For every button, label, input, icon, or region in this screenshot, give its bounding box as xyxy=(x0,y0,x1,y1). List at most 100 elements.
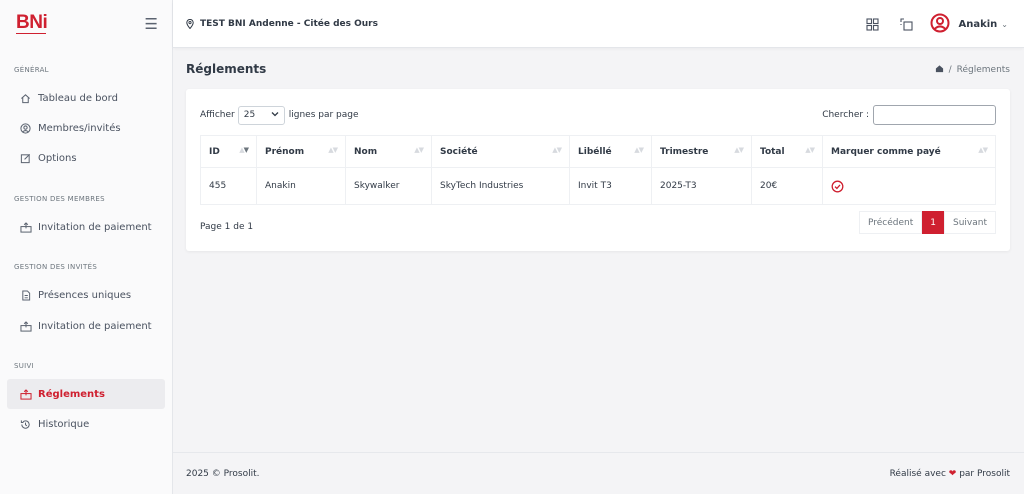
section-title-guests: GESTION DES INVITÉS xyxy=(14,263,98,271)
map-pin-icon xyxy=(186,18,194,29)
breadcrumb-separator: / xyxy=(948,65,952,75)
page-length-value: 25 xyxy=(243,110,256,120)
user-circle-icon xyxy=(19,122,32,135)
sidebar-item-options[interactable]: Options xyxy=(7,143,165,173)
hamburger-menu-icon[interactable]: ☰ xyxy=(145,16,158,32)
cell-id: 455 xyxy=(200,167,257,205)
pagination-page-current[interactable]: 1 xyxy=(922,211,944,234)
topbar: TEST BNI Andenne - Citée des Ours Anakin… xyxy=(173,0,1024,48)
footer-credit-after: par Prosolit xyxy=(959,468,1010,479)
cash-icon xyxy=(19,320,32,333)
cell-firstname: Anakin xyxy=(256,167,346,205)
column-header-id[interactable]: ID ▲▼ xyxy=(200,135,257,168)
sidebar-item-members[interactable]: Membres/invités xyxy=(7,113,165,143)
search-control: Chercher : xyxy=(822,105,996,125)
cell-company: SkyTech Industries xyxy=(431,167,570,205)
column-header-firstname[interactable]: Prénom ▲▼ xyxy=(256,135,346,168)
breadcrumb: / Réglements xyxy=(935,64,1010,76)
user-name: Anakin xyxy=(958,18,998,30)
section-title-tracking: SUIVI xyxy=(14,362,34,370)
cell-mark-paid xyxy=(822,167,996,205)
cash-icon xyxy=(19,221,32,234)
column-header-mark-paid[interactable]: Marquer comme payé ▲▼ xyxy=(822,135,996,168)
history-icon xyxy=(19,418,32,431)
sort-icon: ▲▼ xyxy=(552,146,562,154)
sidebar-item-unique-attendance[interactable]: Présences uniques xyxy=(7,280,165,310)
sidebar-item-label: Membres/invités xyxy=(38,122,121,134)
cell-total: 20€ xyxy=(751,167,823,205)
sidebar-item-label: Historique xyxy=(38,418,90,430)
table-controls: Afficher 25 lignes par page Chercher : xyxy=(200,105,996,125)
sort-desc-icon: ▲▼ xyxy=(239,146,249,154)
search-input[interactable] xyxy=(873,105,996,125)
user-menu[interactable]: Anakin ⌄ xyxy=(930,13,1008,36)
sidebar: BNi ☰ GÉNÉRAL Tableau de bord Membres/in… xyxy=(0,0,173,494)
column-label: Société xyxy=(440,146,478,157)
sidebar-header: BNi ☰ xyxy=(0,0,172,48)
sidebar-item-label: Invitation de paiement xyxy=(38,320,152,332)
column-label: Trimestre xyxy=(660,146,709,157)
show-label: Afficher xyxy=(200,110,235,120)
pagination-previous[interactable]: Précédent xyxy=(858,211,923,234)
column-header-label[interactable]: Libéllé ▲▼ xyxy=(569,135,652,168)
per-page-label: lignes par page xyxy=(288,110,359,120)
column-label: Prénom xyxy=(265,146,305,157)
sort-icon: ▲▼ xyxy=(414,146,424,154)
cash-icon xyxy=(19,388,32,401)
sort-icon: ▲▼ xyxy=(634,146,644,154)
sidebar-item-label: Options xyxy=(38,152,77,164)
column-header-name[interactable]: Nom ▲▼ xyxy=(345,135,432,168)
sidebar-item-label: Tableau de bord xyxy=(38,92,118,104)
section-title-general: GÉNÉRAL xyxy=(14,66,49,74)
mark-paid-check-icon[interactable] xyxy=(831,180,844,196)
sidebar-item-guest-payment-invitation[interactable]: Invitation de paiement xyxy=(7,311,165,341)
sort-icon: ▲▼ xyxy=(328,146,338,154)
sidebar-item-member-payment-invitation[interactable]: Invitation de paiement xyxy=(7,212,165,242)
bni-logo[interactable]: BNi xyxy=(16,12,48,35)
footer-credit-before: Réalisé avec xyxy=(889,468,946,479)
club-name: TEST BNI Andenne - Citée des Ours xyxy=(200,18,378,29)
table-row: 455 Anakin Skywalker SkyTech Industries … xyxy=(200,167,996,205)
cell-quarter: 2025-T3 xyxy=(651,167,752,205)
footer: 2025 © Prosolit. Réalisé avec ❤ par Pros… xyxy=(173,452,1024,494)
page-title: Réglements xyxy=(186,62,267,76)
pagination-info: Page 1 de 1 xyxy=(200,222,254,232)
edit-icon xyxy=(19,152,32,165)
chevron-down-icon: ⌄ xyxy=(1001,19,1008,29)
table-header-row: ID ▲▼ Prénom ▲▼ Nom ▲▼ Société ▲▼ Libéllé ▲▼ … xyxy=(200,135,996,168)
pagination-next[interactable]: Suivant xyxy=(944,211,996,234)
footer-copyright: 2025 © Prosolit. xyxy=(186,468,260,479)
document-icon xyxy=(19,289,32,302)
search-label: Chercher : xyxy=(822,110,869,120)
avatar-icon xyxy=(930,13,950,36)
topbar-actions: Anakin ⌄ xyxy=(846,0,1008,48)
breadcrumb-current: Réglements xyxy=(956,65,1010,75)
home-icon[interactable] xyxy=(935,64,944,76)
payments-card: Afficher 25 lignes par page Chercher : I… xyxy=(186,89,1010,251)
column-label: Marquer comme payé xyxy=(831,146,941,157)
sidebar-item-history[interactable]: Historique xyxy=(7,409,165,439)
fullscreen-icon[interactable] xyxy=(898,16,914,32)
sort-icon: ▲▼ xyxy=(978,146,988,154)
column-header-total[interactable]: Total ▲▼ xyxy=(751,135,823,168)
heart-icon: ❤ xyxy=(948,468,957,479)
footer-credit: Réalisé avec ❤ par Prosolit xyxy=(890,469,1010,479)
sidebar-item-label: Réglements xyxy=(38,388,105,400)
column-label: Libéllé xyxy=(578,146,612,157)
apps-grid-icon[interactable] xyxy=(864,16,880,32)
column-header-company[interactable]: Société ▲▼ xyxy=(431,135,570,168)
column-header-quarter[interactable]: Trimestre ▲▼ xyxy=(651,135,752,168)
sort-icon: ▲▼ xyxy=(734,146,744,154)
cell-name: Skywalker xyxy=(345,167,432,205)
column-label: Nom xyxy=(354,146,378,157)
payments-table: ID ▲▼ Prénom ▲▼ Nom ▲▼ Société ▲▼ Libéllé ▲▼ … xyxy=(200,135,996,205)
column-label: Total xyxy=(760,146,785,157)
page-length-select[interactable]: 25 xyxy=(237,105,285,125)
sidebar-item-label: Présences uniques xyxy=(38,289,132,301)
column-label: ID xyxy=(209,146,220,157)
sidebar-item-payments[interactable]: Réglements xyxy=(7,379,165,409)
logo-text: BNi xyxy=(16,12,48,33)
sidebar-item-dashboard[interactable]: Tableau de bord xyxy=(7,83,165,113)
club-indicator: TEST BNI Andenne - Citée des Ours xyxy=(186,18,378,29)
pagination: Précédent 1 Suivant xyxy=(858,211,996,234)
